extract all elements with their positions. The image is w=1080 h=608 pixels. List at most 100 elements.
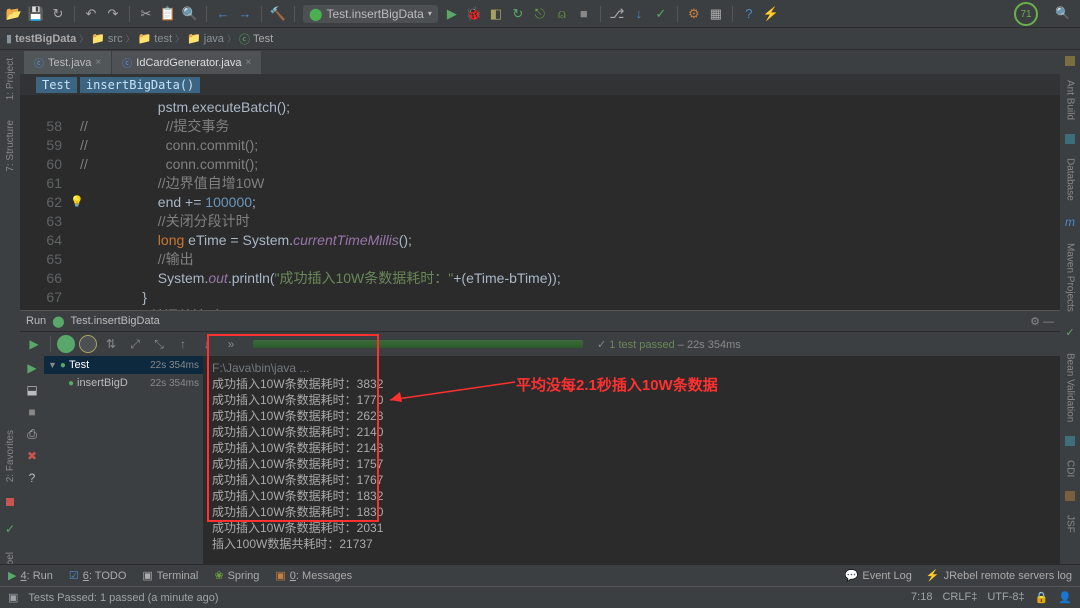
build-icon[interactable]: 🔨 (270, 6, 286, 22)
code-editor[interactable]: 585960 616263 646566 6768 💡 pstm.execute… (20, 96, 1060, 310)
tool-favorites[interactable]: 2: Favorites (5, 430, 16, 482)
test-tree-item[interactable]: ● insertBigD 22s 354ms (44, 374, 203, 392)
tab-eventlog[interactable]: 💬 Event Log (845, 569, 912, 582)
status-bar: ▣ Tests Passed: 1 passed (a minute ago) … (0, 586, 1080, 608)
update-icon[interactable]: ↓ (631, 6, 647, 22)
annotation-text: 平均没每2.1秒插入10W条数据 (516, 374, 718, 395)
tab-spring[interactable]: ❀Spring (214, 569, 259, 582)
vcs-icon[interactable]: ⎇ (609, 6, 625, 22)
code-content[interactable]: pstm.executeBatch(); // //提交事务 // conn.c… (80, 96, 1060, 310)
breadcrumb-item[interactable]: 📁 java (187, 32, 224, 45)
window-toggle-icon[interactable]: ▣ (8, 591, 18, 604)
jrebel-bolt-icon[interactable]: ⚡ (763, 6, 779, 22)
lock-icon[interactable]: 🔒 (1035, 591, 1049, 604)
console-line: 成功插入10W条数据耗时：2148 (212, 440, 1052, 456)
bottom-tool-tabs: ▶4: Run ☑6: TODO ▣ Terminal ❀Spring ▣0: … (0, 564, 1080, 586)
back-icon[interactable]: ← (215, 6, 231, 22)
run-side-buttons: ▶ ⬓ ■ ⎙ ✖ ? (20, 356, 44, 576)
more-icon[interactable]: » (221, 334, 241, 354)
line-ending[interactable]: CRLF‡ (942, 591, 977, 604)
tab-terminal[interactable]: ▣ Terminal (142, 569, 198, 582)
console-line: 插入100W数据共耗时：21737 (212, 536, 1052, 552)
tool-database[interactable]: Database (1065, 158, 1076, 201)
tool-bean[interactable]: Bean Validation (1065, 353, 1076, 422)
dump-btn[interactable]: ⎙ (24, 426, 40, 442)
nav-method[interactable]: insertBigData() (80, 77, 200, 93)
commit-icon[interactable]: ✓ (653, 6, 669, 22)
debug-icon[interactable]: 🐞 (466, 6, 482, 22)
open-icon[interactable]: 📂 (6, 6, 22, 22)
test-tree[interactable]: ▼● Test 22s 354ms ● insertBigD 22s 354ms (44, 356, 204, 576)
file-encoding[interactable]: UTF-8‡ (987, 591, 1024, 604)
hector-icon[interactable]: 👤 (1058, 591, 1072, 604)
help-btn[interactable]: ? (24, 470, 40, 486)
refresh-icon[interactable]: ↻ (50, 6, 66, 22)
console-line: 成功插入10W条数据耗时：2140 (212, 424, 1052, 440)
run-config-label: Test.insertBigData (326, 7, 423, 21)
collapse-icon[interactable]: ⤡ (149, 334, 169, 354)
intention-bulb-icon[interactable]: 💡 (70, 193, 84, 212)
console-line: 成功插入10W条数据耗时：2628 (212, 408, 1052, 424)
run-label: Run (26, 315, 46, 327)
run-icon[interactable]: ▶ (444, 6, 460, 22)
find-icon[interactable]: 🔍 (182, 6, 198, 22)
editor-tabs: ⓒTest.java× ⓒIdCardGenerator.java× (0, 50, 1080, 74)
tab-test-java[interactable]: ⓒTest.java× (24, 51, 112, 74)
forward-icon[interactable]: → (237, 6, 253, 22)
right-tool-strip: Ant Build Database m Maven Projects ✓ Be… (1060, 50, 1080, 550)
console-line: 成功插入10W条数据耗时：1767 (212, 472, 1052, 488)
rerun-icon[interactable]: ▶ (24, 334, 44, 354)
close-icon[interactable]: × (95, 57, 101, 68)
tab-messages[interactable]: ▣0: Messages (275, 569, 352, 582)
run-config-selector[interactable]: ⬤Test.insertBigData▾ (303, 5, 438, 23)
test-tree-root[interactable]: ▼● Test 22s 354ms (44, 356, 203, 374)
tool-project[interactable]: 1: Project (5, 58, 16, 100)
toggle-btn[interactable]: ⬓ (24, 382, 40, 398)
sort-icon[interactable]: ⇅ (101, 334, 121, 354)
next-icon[interactable]: ↓ (197, 334, 217, 354)
android-icon[interactable]: ⍝ (554, 6, 570, 22)
copy-icon[interactable]: 📋 (160, 6, 176, 22)
structure-icon[interactable]: ▦ (708, 6, 724, 22)
help-icon[interactable]: ? (741, 6, 757, 22)
gear-icon[interactable]: ⚙ — (1030, 315, 1054, 328)
caret-position[interactable]: 7:18 (911, 591, 932, 604)
expand-icon[interactable]: ⤢ (125, 334, 145, 354)
tab-jrebel-log[interactable]: ⚡JRebel remote servers log (926, 569, 1072, 582)
stop-icon[interactable]: ■ (576, 6, 592, 22)
tool-cdi[interactable]: CDI (1065, 460, 1076, 477)
breadcrumb-item[interactable]: 📁 test (138, 32, 172, 45)
tab-run[interactable]: ▶4: Run (8, 569, 53, 582)
tab-idcardgenerator[interactable]: ⓒIdCardGenerator.java× (112, 51, 262, 74)
pin-btn[interactable]: ✖ (24, 448, 40, 464)
rerun-btn[interactable]: ▶ (24, 360, 40, 376)
profile-icon[interactable]: ↻ (510, 6, 526, 22)
code-quality-score[interactable]: 71 (1014, 2, 1038, 26)
redo-icon[interactable]: ↷ (105, 6, 121, 22)
tool-structure[interactable]: 7: Structure (5, 120, 16, 172)
annotation-arrow-icon (380, 370, 520, 410)
search-everywhere-icon[interactable]: 🔍 (1055, 6, 1070, 20)
close-icon[interactable]: × (245, 57, 251, 68)
attach-icon[interactable]: ⎋ (532, 6, 548, 22)
tool-maven[interactable]: Maven Projects (1065, 243, 1076, 312)
coverage-icon[interactable]: ◧ (488, 6, 504, 22)
breadcrumb-root[interactable]: ▮testBigData (6, 32, 76, 45)
undo-icon[interactable]: ↶ (83, 6, 99, 22)
tool-jsf[interactable]: JSF (1065, 515, 1076, 533)
breadcrumb-item[interactable]: 📁 src (91, 32, 122, 45)
tool-ant[interactable]: Ant Build (1065, 80, 1076, 120)
nav-class[interactable]: Test (36, 77, 77, 93)
stop-btn[interactable]: ■ (24, 404, 40, 420)
show-passed-icon[interactable] (57, 335, 75, 353)
left-tool-strip: 1: Project 7: Structure (0, 50, 20, 290)
prev-icon[interactable]: ↑ (173, 334, 193, 354)
run-panel-header: Run ⬤ Test.insertBigData ⚙ — (20, 310, 1060, 332)
breadcrumb-item[interactable]: ⓒ Test (239, 31, 273, 47)
cut-icon[interactable]: ✂ (138, 6, 154, 22)
show-ignored-icon[interactable] (79, 335, 97, 353)
left-bottom-strip: 2: Favorites ✓ JRebel (0, 430, 20, 583)
save-icon[interactable]: 💾 (28, 6, 44, 22)
settings-icon[interactable]: ⚙ (686, 6, 702, 22)
tab-todo[interactable]: ☑6: TODO (69, 569, 127, 582)
